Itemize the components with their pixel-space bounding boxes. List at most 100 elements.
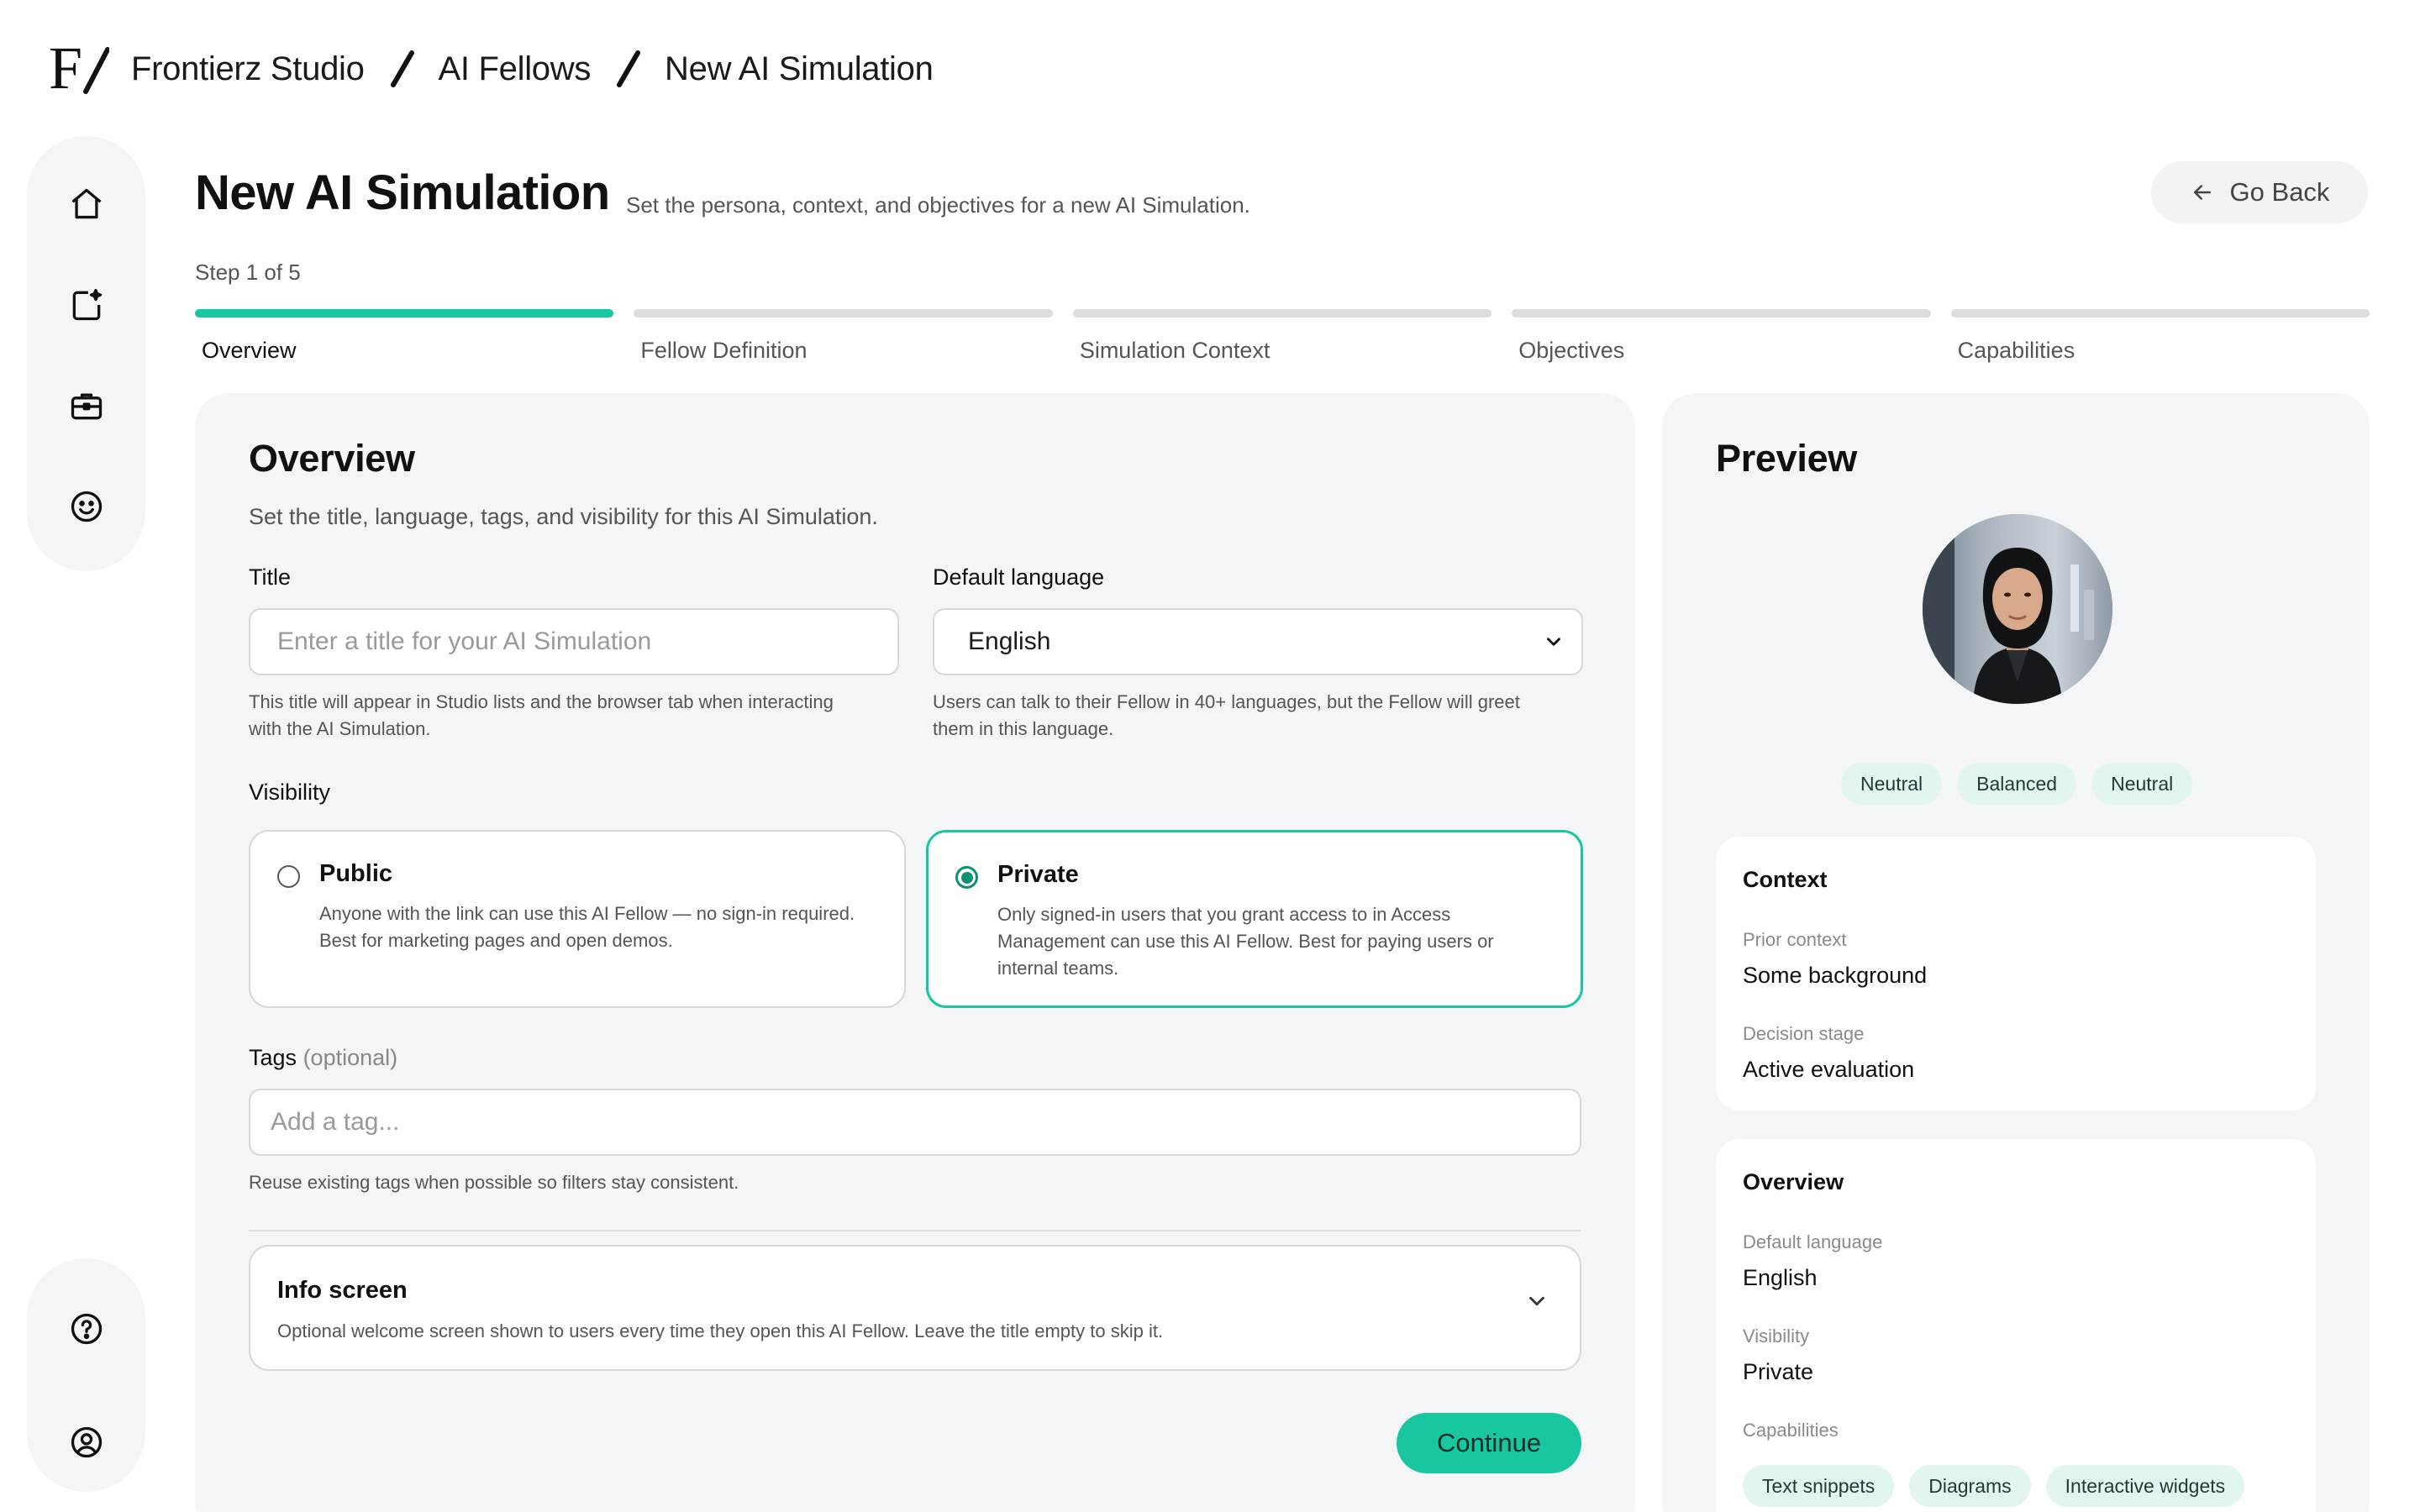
- step-objectives[interactable]: Objectives: [1512, 309, 1931, 364]
- page-subtitle: Set the persona, context, and objectives…: [626, 192, 1250, 218]
- divider: [249, 1230, 1581, 1231]
- public-description: Anyone with the link can use this AI Fel…: [319, 900, 891, 954]
- tags-optional-text: (optional): [302, 1045, 398, 1070]
- trait-chips: Neutral Balanced Neutral: [1841, 763, 2193, 805]
- private-description-line: Management can use this AI Fellow. Best …: [997, 931, 1494, 952]
- step-progress-bar: [1072, 309, 1492, 318]
- info-screen-accordion[interactable]: Info screen Optional welcome screen show…: [249, 1245, 1581, 1371]
- breadcrumb-studio[interactable]: Frontierz Studio: [131, 50, 365, 88]
- public-description-line: Anyone with the link can use this AI Fel…: [319, 903, 855, 924]
- go-back-button[interactable]: Go Back: [2151, 161, 2368, 223]
- fellow-avatar: [1923, 514, 2112, 704]
- breadcrumb: F Frontierz Studio AI Fellows New AI Sim…: [49, 29, 934, 109]
- summary-language-label: Default language: [1743, 1231, 1883, 1252]
- context-title: Context: [1743, 867, 1828, 892]
- form-description: Set the title, language, tags, and visib…: [249, 504, 878, 529]
- sidebar-nav: [27, 136, 145, 571]
- step-label: Objectives: [1518, 338, 1625, 363]
- continue-button[interactable]: Continue: [1397, 1413, 1581, 1473]
- public-radio[interactable]: [277, 865, 300, 888]
- preview-context-section: Context Prior context Some background De…: [1716, 837, 2316, 1110]
- step-simulation-context[interactable]: Simulation Context: [1072, 309, 1492, 364]
- breadcrumb-separator-icon: [613, 50, 643, 88]
- account-icon[interactable]: [60, 1416, 113, 1468]
- summary-visibility-value: Private: [1743, 1359, 1814, 1384]
- trait-chip: Neutral: [1841, 763, 1943, 805]
- title-input[interactable]: [249, 608, 899, 675]
- logo-mark-icon: F: [49, 41, 109, 97]
- step-progress-bar: [1512, 309, 1931, 318]
- stepper: Overview Fellow Definition Simulation Co…: [195, 309, 2370, 364]
- breadcrumb-ai-fellows[interactable]: AI Fellows: [439, 50, 592, 88]
- private-description-line: internal teams.: [997, 958, 1119, 979]
- language-select-value: English: [968, 627, 1051, 655]
- title-help-line: This title will appear in Studio lists a…: [249, 691, 834, 712]
- tags-input[interactable]: [249, 1089, 1581, 1156]
- preview-title: Preview: [1716, 437, 1858, 480]
- capability-chip: Interactive widgets: [2045, 1465, 2245, 1507]
- visibility-label: Visibility: [249, 780, 331, 805]
- decision-stage-label: Decision stage: [1743, 1023, 1865, 1044]
- summary-capabilities-label: Capabilities: [1743, 1420, 1839, 1441]
- info-screen-description: Optional welcome screen shown to users e…: [277, 1320, 1164, 1341]
- trait-chip: Balanced: [1957, 763, 2077, 805]
- visibility-public-option[interactable]: Public Anyone with the link can use this…: [249, 830, 906, 1008]
- arrow-left-icon: [2193, 185, 2211, 200]
- visibility-private-option[interactable]: Private Only signed-in users that you gr…: [926, 830, 1583, 1008]
- title-field-label: Title: [249, 564, 292, 590]
- tags-help: Reuse existing tags when possible so fil…: [249, 1172, 739, 1193]
- breadcrumb-separator-icon: [387, 50, 417, 88]
- overview-summary-title: Overview: [1743, 1169, 1844, 1194]
- briefcase-icon[interactable]: [60, 380, 113, 432]
- capability-chip: Text snippets: [1743, 1465, 1895, 1507]
- prior-context-value: Some background: [1743, 963, 1928, 988]
- public-description-line: Best for marketing pages and open demos.: [319, 930, 673, 951]
- info-screen-title: Info screen: [277, 1277, 408, 1304]
- language-help-line: them in this language.: [933, 718, 1114, 739]
- tags-label: Tags (optional): [249, 1045, 397, 1071]
- chevron-down-icon: [1547, 638, 1560, 646]
- preview-overview-section: Overview Default language English Visibi…: [1716, 1139, 2316, 1512]
- language-help: Users can talk to their Fellow in 40+ la…: [933, 689, 1588, 743]
- title-help: This title will appear in Studio lists a…: [249, 689, 904, 743]
- step-fellow-definition[interactable]: Fellow Definition: [634, 309, 1053, 364]
- trait-chip: Neutral: [2091, 763, 2193, 805]
- private-radio[interactable]: [955, 866, 978, 889]
- tags-label-text: Tags: [249, 1045, 297, 1070]
- step-label: Overview: [202, 338, 297, 363]
- sidebar-utility: [27, 1258, 145, 1492]
- breadcrumb-current: New AI Simulation: [665, 50, 934, 87]
- step-label: Capabilities: [1957, 338, 2075, 363]
- go-back-label: Go Back: [2229, 177, 2330, 207]
- home-icon[interactable]: [60, 178, 113, 230]
- smiley-icon[interactable]: [60, 480, 113, 533]
- form-title: Overview: [249, 437, 415, 480]
- chevron-down-icon[interactable]: [1524, 1289, 1549, 1314]
- capability-chip: Diagrams: [1909, 1465, 2031, 1507]
- language-field-label: Default language: [933, 564, 1105, 590]
- title-help-line: with the AI Simulation.: [249, 718, 431, 739]
- capability-chips: Text snippets Diagrams Interactive widge…: [1743, 1465, 2245, 1507]
- step-progress-bar: [195, 309, 614, 318]
- preview-panel: Preview Neutral Balanced Neutral Context…: [1662, 393, 2370, 1512]
- step-progress-bar: [634, 309, 1053, 318]
- page-title: New AI Simulation: [195, 165, 610, 220]
- prior-context-label: Prior context: [1743, 929, 1847, 950]
- frontierz-logo[interactable]: F: [49, 41, 109, 97]
- language-select[interactable]: English: [933, 608, 1583, 675]
- step-capabilities[interactable]: Capabilities: [1950, 309, 2370, 364]
- private-description: Only signed-in users that you grant acce…: [997, 901, 1569, 982]
- step-overview[interactable]: Overview: [195, 309, 614, 364]
- svg-text:F: F: [49, 41, 82, 97]
- help-icon[interactable]: [60, 1303, 113, 1355]
- new-fellow-icon[interactable]: [60, 279, 113, 331]
- step-label: Fellow Definition: [640, 338, 808, 363]
- summary-visibility-label: Visibility: [1743, 1326, 1810, 1347]
- language-help-line: Users can talk to their Fellow in 40+ la…: [933, 691, 1520, 712]
- decision-stage-value: Active evaluation: [1743, 1057, 1915, 1082]
- public-title: Public: [319, 860, 393, 887]
- step-label: Simulation Context: [1079, 338, 1270, 363]
- step-progress-bar: [1950, 309, 2370, 318]
- private-description-line: Only signed-in users that you grant acce…: [997, 904, 1451, 925]
- summary-language-value: English: [1743, 1265, 1818, 1290]
